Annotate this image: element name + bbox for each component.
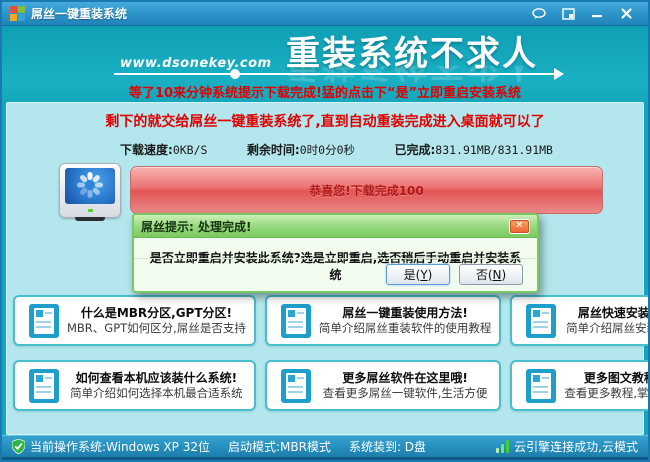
stat-completed: 已完成:831.91MB/831.91MB xyxy=(394,141,553,158)
banner-arrow-line xyxy=(114,73,562,75)
tile-subtitle: MBR、GPT如何区分,屌丝是否支持 xyxy=(67,321,246,335)
status-boot-mode: 启动模式:MBR模式 xyxy=(228,438,331,455)
tile-multi-system[interactable]: 屌丝快速安装多系统方法! 简单介绍屌丝安装多系统的教程 xyxy=(510,295,650,346)
completed-label: 已完成: xyxy=(394,143,435,157)
monitor-stand xyxy=(75,217,105,221)
instruction-line-1: 等了10来分钟系统提示下载完成!猛的点击下“是”立即重启安装系统 xyxy=(2,82,648,101)
tile-title: 如何查看本机应该装什么系统! xyxy=(76,371,237,386)
close-icon xyxy=(621,8,632,19)
document-icon xyxy=(29,304,59,338)
dialog-buttons: 是(Y) 否(N) xyxy=(134,258,537,285)
tile-more-tutorials[interactable]: 更多图文教程在这里哦! 查看更多教程,掌控更多安装方法 xyxy=(510,360,650,411)
document-icon xyxy=(29,369,59,403)
tile-usage-guide[interactable]: 屌丝一键重装使用方法! 简单介绍屌丝重装软件的使用教程 xyxy=(265,295,502,346)
tile-subtitle: 查看更多屌丝一键软件,生活方便 xyxy=(323,386,488,400)
status-cloud: 云引擎连接成功,云模式 xyxy=(496,438,638,455)
status-os-text: 当前操作系统:Windows XP 32位 xyxy=(30,438,210,455)
download-speed-value: 0KB/S xyxy=(173,143,208,157)
computer-monitor-icon xyxy=(59,163,121,218)
status-install-target: 系统装到: D盘 xyxy=(349,438,426,455)
remaining-time-label: 剩余时间: xyxy=(247,143,300,157)
tile-subtitle: 查看更多教程,掌控更多安装方法 xyxy=(564,386,650,400)
window-controls xyxy=(529,6,640,22)
tile-title: 屌丝快速安装多系统方法! xyxy=(578,306,650,321)
shield-icon xyxy=(12,439,25,454)
status-bar: 当前操作系统:Windows XP 32位 启动模式:MBR模式 系统装到: D… xyxy=(2,435,648,460)
tile-mbr-gpt[interactable]: 什么是MBR分区,GPT分区! MBR、GPT如何区分,屌丝是否支持 xyxy=(13,295,256,346)
skin-window-icon xyxy=(562,8,575,20)
status-target-text: 系统装到: D盘 xyxy=(349,438,426,455)
app-logo-icon xyxy=(10,6,25,21)
document-icon xyxy=(281,304,311,338)
app-window: 屌丝一键重装系统 xyxy=(0,0,650,462)
download-speed-label: 下载速度: xyxy=(120,143,173,157)
tile-title: 什么是MBR分区,GPT分区! xyxy=(81,306,232,321)
progress-text: 恭喜您!下载完成100 xyxy=(309,182,424,199)
document-icon xyxy=(526,369,556,403)
window-titlebar: 屌丝一键重装系统 xyxy=(2,2,648,26)
dialog-titlebar: 屌丝提示: 处理完成! ✕ xyxy=(134,215,537,238)
instruction-line-2: 剩下的就交给屌丝一键重装系统了,直到自动重装完成进入桌面就可以了 xyxy=(2,111,648,131)
stat-download-speed: 下载速度:0KB/S xyxy=(120,141,207,158)
feedback-bubble-icon xyxy=(532,8,546,20)
minimize-icon xyxy=(591,9,603,19)
loading-spinner-icon xyxy=(65,168,115,204)
tile-more-software[interactable]: 更多屌丝软件在这里哦! 查看更多屌丝一键软件,生活方便 xyxy=(265,360,502,411)
window-title: 屌丝一键重装系统 xyxy=(31,5,127,22)
remaining-time-value: 0时0分0秒 xyxy=(300,143,355,157)
dialog-title: 屌丝提示: 处理完成! xyxy=(141,218,251,235)
close-icon: ✕ xyxy=(515,221,523,231)
tile-subtitle: 简单介绍屌丝重装软件的使用教程 xyxy=(319,321,492,335)
line-dot xyxy=(230,69,240,79)
status-boot-text: 启动模式:MBR模式 xyxy=(228,438,331,455)
tile-choose-system[interactable]: 如何查看本机应该装什么系统! 简单介绍如何选择本机最合适系统 xyxy=(13,360,256,411)
minimize-button[interactable] xyxy=(587,6,607,22)
power-led xyxy=(88,209,93,212)
feedback-button[interactable] xyxy=(529,6,549,22)
no-button[interactable]: 否(N) xyxy=(459,264,523,285)
tile-title: 更多屌丝软件在这里哦! xyxy=(342,371,467,386)
tile-title: 屌丝一键重装使用方法! xyxy=(342,306,467,321)
help-tiles-grid: 什么是MBR分区,GPT分区! MBR、GPT如何区分,屌丝是否支持 屌丝一键重… xyxy=(13,295,637,411)
dialog-close-button[interactable]: ✕ xyxy=(509,219,530,234)
stat-remaining-time: 剩余时间:0时0分0秒 xyxy=(247,141,355,158)
completed-value: 831.91MB/831.91MB xyxy=(435,143,553,157)
tile-title: 更多图文教程在这里哦! xyxy=(584,371,650,386)
arrow-right-icon xyxy=(554,68,564,80)
signal-bars-icon xyxy=(496,440,509,453)
dialog-process-complete: 屌丝提示: 处理完成! ✕ 是否立即重启并安装此系统?选是立即重启,选否稍后手动… xyxy=(132,213,539,293)
monitor-screen xyxy=(65,168,115,204)
status-cloud-text: 云引擎连接成功,云模式 xyxy=(514,438,638,455)
yes-button[interactable]: 是(Y) xyxy=(386,264,450,285)
skin-button[interactable] xyxy=(558,6,578,22)
tile-subtitle: 简单介绍如何选择本机最合适系统 xyxy=(70,386,243,400)
download-stats-row: 下载速度:0KB/S 剩余时间:0时0分0秒 已完成:831.91MB/831.… xyxy=(120,141,553,158)
document-icon xyxy=(526,304,556,338)
close-button[interactable] xyxy=(616,6,636,22)
status-os: 当前操作系统:Windows XP 32位 xyxy=(12,438,210,455)
document-icon xyxy=(281,369,311,403)
tile-subtitle: 简单介绍屌丝安装多系统的教程 xyxy=(566,321,650,335)
download-progress-bar: 恭喜您!下载完成100 xyxy=(130,166,603,214)
